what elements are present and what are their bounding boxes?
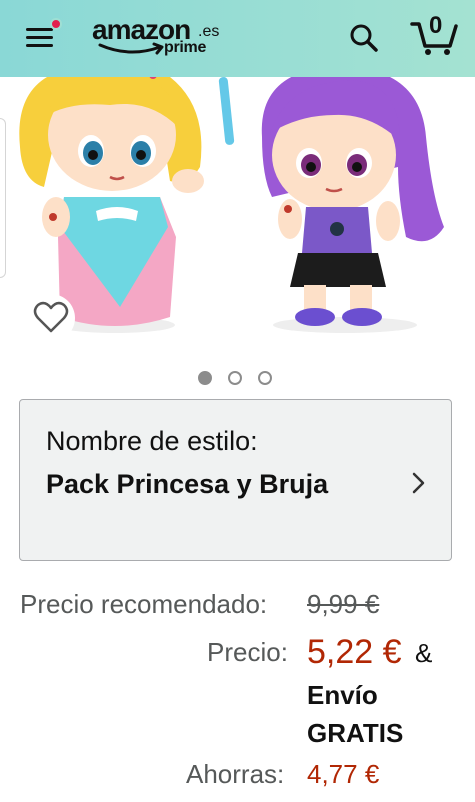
- menu-bar-line: [26, 44, 53, 47]
- hamburger-menu-button[interactable]: [26, 18, 62, 52]
- free-shipping-text: Envío GRATIS: [307, 680, 404, 748]
- search-button[interactable]: [348, 22, 380, 54]
- notification-dot: [50, 18, 62, 30]
- carousel-dot-1[interactable]: [198, 371, 212, 385]
- carousel-dot-3[interactable]: [258, 371, 272, 385]
- cart-button[interactable]: 0: [410, 12, 458, 56]
- savings-value: 4,77 €: [307, 759, 380, 789]
- style-selector-label: Nombre de estilo:: [46, 426, 258, 456]
- savings-label: Ahorras:: [186, 759, 285, 789]
- recommended-price-value: 9,99 €: [307, 589, 380, 619]
- chevron-right-icon: [412, 472, 425, 494]
- heart-icon: [27, 294, 75, 342]
- amazon-prime-logo[interactable]: amazon .es prime: [92, 14, 222, 60]
- logo-prime-label: prime: [164, 39, 207, 56]
- menu-bar-line: [26, 36, 53, 39]
- cart-count-badge: 0: [429, 12, 443, 39]
- top-nav-bar: amazon .es prime 0: [0, 0, 475, 77]
- price-ampersand: &: [415, 638, 433, 668]
- wishlist-button[interactable]: [26, 293, 76, 343]
- logo-smile-icon: [98, 42, 164, 55]
- style-selector-button[interactable]: Nombre de estilo: Pack Princesa y Bruja: [19, 399, 452, 561]
- carousel-pagination: [198, 371, 278, 387]
- carousel-dot-2[interactable]: [228, 371, 242, 385]
- menu-bar-line: [26, 28, 53, 31]
- search-icon: [350, 24, 378, 52]
- carousel-previous-edge[interactable]: [0, 118, 6, 278]
- recommended-price-label: Precio recomendado:: [20, 589, 268, 619]
- style-selector-value: Pack Princesa y Bruja: [46, 469, 329, 499]
- price-label: Precio:: [207, 637, 288, 667]
- price-value: 5,22 €: [307, 633, 402, 671]
